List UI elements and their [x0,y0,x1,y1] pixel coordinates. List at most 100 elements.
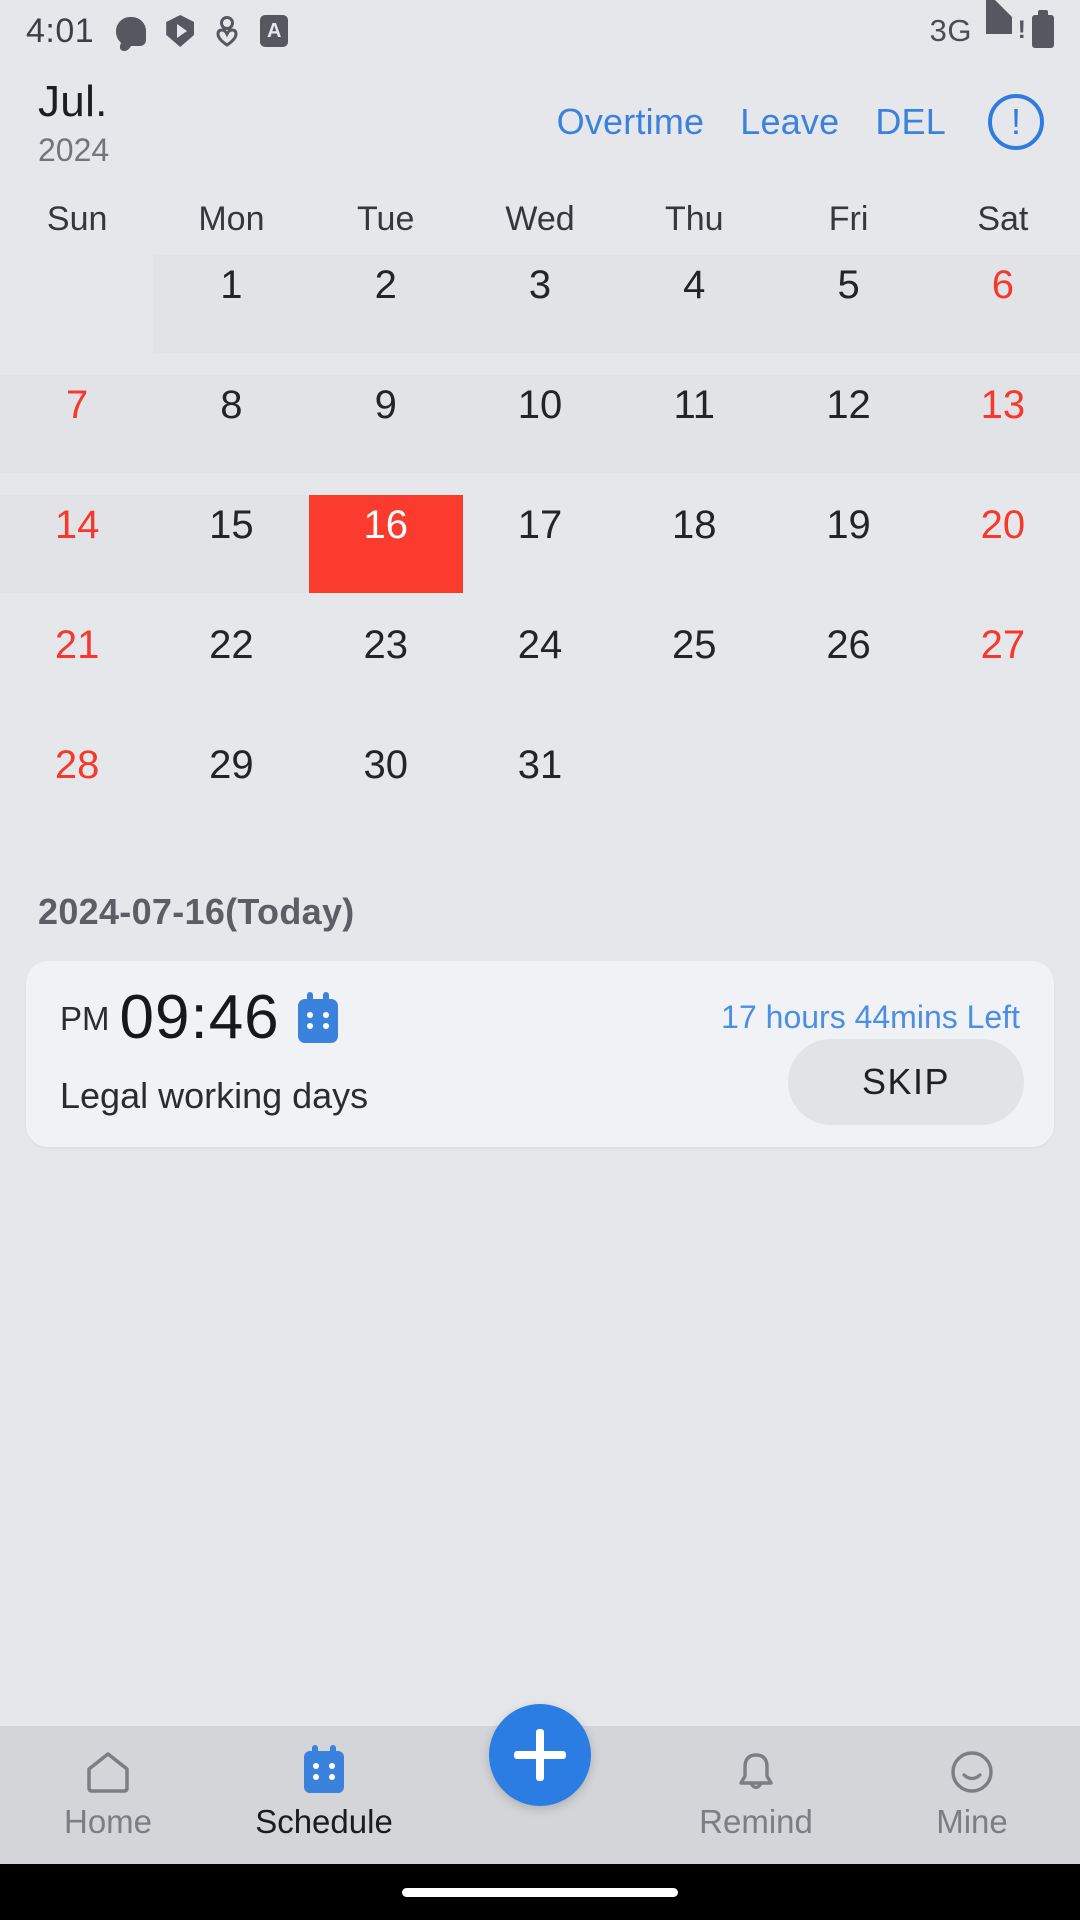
calendar-day-cell[interactable]: 24 [463,615,617,735]
day-number: 3 [528,263,552,307]
calendar-day-cell[interactable]: 19 [771,495,925,615]
calendar-day-cell[interactable]: 14 [0,495,155,615]
gesture-handle[interactable] [402,1887,678,1897]
calendar-grid: 1 2 3 4 5 6 7 8 9 10 11 12 13 14 15 16 17 18 19 20 21 22 23 24 2… [0,255,1080,855]
calendar-day-cell[interactable]: 23 [309,615,463,735]
calendar-day-cell[interactable]: 25 [617,615,771,735]
calendar-day-cell[interactable]: 1 [154,255,309,375]
nav-label-schedule: Schedule [255,1803,393,1840]
overtime-button[interactable]: Overtime [557,101,705,143]
day-box: 24 [463,615,617,713]
skip-button[interactable]: SKIP [788,1039,1024,1125]
calendar-day-cell[interactable]: 22 [154,615,308,735]
day-number: 2 [374,263,397,307]
del-button[interactable]: DEL [875,101,946,143]
home-icon [85,1749,131,1795]
day-box: 6 [925,255,1080,353]
day-box: 7 [0,375,155,473]
day-number: 17 [517,503,563,547]
calendar-day-cell[interactable]: 31 [463,735,617,855]
weekday-mon: Mon [198,200,265,238]
calendar-day-cell[interactable]: 11 [617,375,772,495]
calendar-day-cell[interactable]: 5 [771,255,926,375]
calendar-day-cell[interactable]: 8 [154,375,309,495]
add-button[interactable] [489,1704,591,1806]
calendar-day-cell[interactable]: 3 [462,255,618,375]
day-box [771,735,925,833]
day-number: 11 [673,383,716,427]
weekday-sun: Sun [46,200,108,238]
day-box: 30 [309,735,463,833]
calendar-day-cell[interactable]: 6 [925,255,1080,375]
day-number: 9 [374,383,397,427]
calendar-day-cell[interactable]: 29 [154,735,308,855]
day-number: 25 [672,623,717,667]
info-icon[interactable]: ! [988,94,1044,150]
card-time-label: 09:46 [119,983,280,1052]
calendar-day-cell[interactable]: 21 [0,615,154,735]
day-box: 8 [154,375,309,473]
weekday-header-row: Sun Mon Tue Wed Thu Fri Sat [0,200,1080,239]
nav-item-mine[interactable]: Mine [864,1749,1080,1841]
day-box [617,735,771,833]
status-right-icons: 3G ! [930,0,1054,49]
day-box: 27 [926,615,1080,713]
calendar-day-cell[interactable]: 20 [926,495,1080,615]
day-box: 9 [308,375,463,473]
year-label: 2024 [38,132,110,168]
day-box: 18 [617,495,771,593]
battery-icon [1032,9,1054,48]
day-number: 27 [980,623,1026,667]
shield-play-icon [166,15,195,47]
month-year-block[interactable]: Jul. 2024 [38,80,110,168]
day-box: 29 [154,735,308,833]
weekday-sat: Sat [977,200,1029,238]
day-box [0,255,154,353]
schedule-card[interactable]: PM 09:46 17 hours 44mins Left Legal work… [26,961,1054,1147]
day-number: 5 [837,263,860,307]
card-ampm-label: PM [60,1000,110,1037]
nav-item-schedule[interactable]: Schedule [216,1745,432,1841]
day-number: 6 [991,263,1014,307]
phone-screen: 4:01 A 3G ! Jul. 2024 Overtime Leave DEL… [0,0,1080,1920]
calendar-day-cell[interactable]: 15 [154,495,309,615]
status-bar: 4:01 A 3G ! [0,0,1080,62]
calendar-day-cell[interactable]: 10 [462,375,618,495]
calendar-day-cell[interactable]: 26 [771,615,925,735]
nav-item-remind[interactable]: Remind [648,1749,864,1841]
calendar-day-cell[interactable]: 4 [617,255,772,375]
calendar-day-cell[interactable]: 12 [771,375,926,495]
calendar-day-cell[interactable]: 9 [308,375,463,495]
header-actions: Overtime Leave DEL ! [557,80,1050,150]
weekday-fri: Fri [828,200,869,238]
day-box: 17 [463,495,617,593]
today-date-label: 2024-07-16(Today) [38,891,355,932]
calendar-day-cell[interactable]: 16 [308,495,463,615]
status-time: 4:01 [26,11,95,50]
nav-label-home: Home [63,1803,153,1840]
calendar-day-cell[interactable]: 18 [617,495,771,615]
day-number: 12 [826,383,871,427]
calendar-day-cell[interactable]: 30 [309,735,463,855]
person-icon [214,15,240,47]
day-box: 25 [617,615,771,713]
leave-button[interactable]: Leave [740,101,839,143]
day-number: 29 [209,743,254,787]
calendar-day-cell[interactable]: 28 [0,735,154,855]
nav-item-home[interactable]: Home [0,1749,216,1841]
day-number: 26 [826,623,871,667]
day-box: 16 [308,495,463,593]
nav-label-remind: Remind [699,1803,813,1840]
bell-icon [733,1749,779,1795]
calendar-day-cell[interactable]: 27 [926,615,1080,735]
gesture-bar [0,1864,1080,1920]
day-box: 20 [926,495,1080,593]
calendar-day-cell[interactable]: 17 [463,495,617,615]
day-box: 11 [617,375,772,473]
calendar-day-cell[interactable]: 2 [308,255,463,375]
day-number: 16 [363,503,408,547]
calendar-day-cell[interactable]: 7 [0,375,155,495]
day-number: 21 [54,623,100,667]
calendar-icon [301,1745,347,1795]
calendar-day-cell[interactable]: 13 [925,375,1080,495]
